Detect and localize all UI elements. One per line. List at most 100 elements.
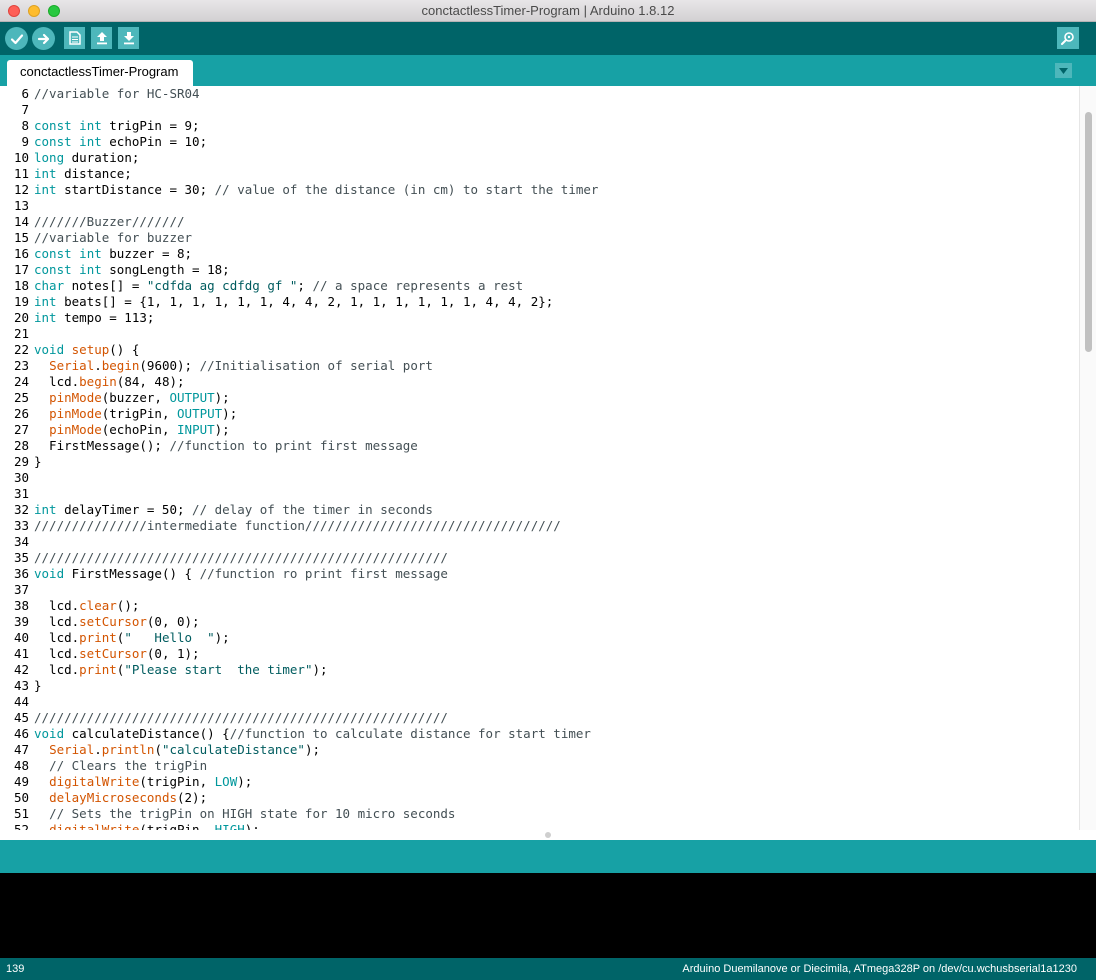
code-line: 38 lcd.clear();	[0, 598, 1096, 614]
line-number: 31	[13, 486, 29, 501]
code-text: lcd.setCursor(0, 0);	[34, 614, 200, 629]
line-number: 27	[13, 422, 29, 437]
serial-monitor-button[interactable]	[1057, 27, 1079, 49]
code-text: int beats[] = {1, 1, 1, 1, 1, 1, 4, 4, 2…	[34, 294, 554, 309]
code-text: void calculateDistance() {//function to …	[34, 726, 591, 741]
line-number: 45	[13, 710, 29, 725]
verify-button[interactable]	[5, 27, 28, 50]
code-line: 25 pinMode(buzzer, OUTPUT);	[0, 390, 1096, 406]
line-number: 36	[13, 566, 29, 581]
code-line: 30	[0, 470, 1096, 486]
code-line: 27 pinMode(echoPin, INPUT);	[0, 422, 1096, 438]
line-number: 17	[13, 262, 29, 277]
code-text: ///////////////intermediate function////…	[34, 518, 561, 533]
divider-handle[interactable]	[545, 832, 551, 838]
line-number: 49	[13, 774, 29, 789]
minimize-window-button[interactable]	[28, 5, 40, 17]
line-number: 14	[13, 214, 29, 229]
line-number: 30	[13, 470, 29, 485]
code-line: 20 int tempo = 113;	[0, 310, 1096, 326]
code-text: pinMode(buzzer, OUTPUT);	[49, 390, 230, 405]
chevron-down-icon	[1059, 67, 1068, 74]
code-text: Serial.begin(9600); //Initialisation of …	[49, 358, 433, 373]
line-number: 12	[13, 182, 29, 197]
line-number: 26	[13, 406, 29, 421]
line-number: 11	[13, 166, 29, 181]
line-number: 18	[13, 278, 29, 293]
line-number: 15	[13, 230, 29, 245]
code-text: digitalWrite(trigPin, LOW);	[49, 774, 253, 789]
code-text: }	[34, 678, 42, 693]
tab-bar: conctactlessTimer-Program	[0, 55, 1096, 86]
line-number: 23	[13, 358, 29, 373]
toolbar	[0, 22, 1096, 55]
code-text: //variable for buzzer	[34, 230, 193, 245]
code-line: 24 lcd.begin(84, 48);	[0, 374, 1096, 390]
line-number: 20	[13, 310, 29, 325]
code-text: lcd.clear();	[34, 598, 140, 613]
line-number: 46	[13, 726, 29, 741]
console-output[interactable]	[0, 873, 1096, 958]
code-editor[interactable]: 6 //variable for HC-SR04 7 8 const int trigP…	[0, 86, 1096, 830]
code-text: digitalWrite(trigPin, HIGH);	[49, 822, 260, 830]
close-window-button[interactable]	[8, 5, 20, 17]
code-line: 26 pinMode(trigPin, OUTPUT);	[0, 406, 1096, 422]
code-line: 35 //////////////////////////////////////…	[0, 550, 1096, 566]
line-number: 34	[13, 534, 29, 549]
tab-sketch[interactable]: conctactlessTimer-Program	[7, 60, 193, 86]
line-number: 13	[13, 198, 29, 213]
line-number: 8	[21, 118, 29, 133]
code-line: 8 const int trigPin = 9;	[0, 118, 1096, 134]
code-line: 37	[0, 582, 1096, 598]
new-sketch-button[interactable]	[64, 27, 85, 49]
tab-menu-button[interactable]	[1055, 63, 1072, 78]
code-text: const int buzzer = 8;	[34, 246, 193, 261]
open-button[interactable]	[91, 27, 112, 49]
code-text: lcd.print("Please start the timer");	[34, 662, 328, 677]
line-number: 47	[13, 742, 29, 757]
code-line: 21	[0, 326, 1096, 342]
code-text: Serial.println("calculateDistance");	[49, 742, 321, 757]
code-line: 51 // Sets the trigPin on HIGH state for…	[0, 806, 1096, 822]
scrollbar-thumb[interactable]	[1085, 112, 1092, 352]
code-text: ///////Buzzer///////	[34, 214, 185, 229]
pane-divider[interactable]	[0, 830, 1096, 840]
code-text: lcd.setCursor(0, 1);	[34, 646, 200, 661]
line-number: 43	[13, 678, 29, 693]
code-line: 46 void calculateDistance() {//function t…	[0, 726, 1096, 742]
line-number: 29	[13, 454, 29, 469]
line-number: 48	[13, 758, 29, 773]
new-file-icon	[68, 31, 81, 45]
arrow-right-icon	[37, 33, 49, 44]
code-line: 11 int distance;	[0, 166, 1096, 182]
code-line: 44	[0, 694, 1096, 710]
code-text: }	[34, 454, 42, 469]
code-text: pinMode(echoPin, INPUT);	[49, 422, 230, 437]
line-number: 41	[13, 646, 29, 661]
code-text: lcd.print(" Hello ");	[34, 630, 230, 645]
line-number: 51	[13, 806, 29, 821]
line-number: 35	[13, 550, 29, 565]
code-line: 17 const int songLength = 18;	[0, 262, 1096, 278]
code-line: 7	[0, 102, 1096, 118]
line-number: 9	[21, 134, 29, 149]
save-button[interactable]	[118, 27, 139, 49]
upload-button[interactable]	[32, 27, 55, 50]
maximize-window-button[interactable]	[48, 5, 60, 17]
board-port-info: Arduino Duemilanove or Diecimila, ATmega…	[682, 963, 1077, 975]
code-text: const int echoPin = 10;	[34, 134, 208, 149]
editor-vertical-scrollbar[interactable]	[1079, 86, 1096, 830]
code-line: 13	[0, 198, 1096, 214]
code-line: 39 lcd.setCursor(0, 0);	[0, 614, 1096, 630]
line-number: 52	[13, 822, 29, 830]
code-text: ////////////////////////////////////////…	[34, 550, 448, 565]
line-number: 6	[21, 86, 29, 101]
code-text: int startDistance = 30; // value of the …	[34, 182, 599, 197]
line-number: 28	[13, 438, 29, 453]
